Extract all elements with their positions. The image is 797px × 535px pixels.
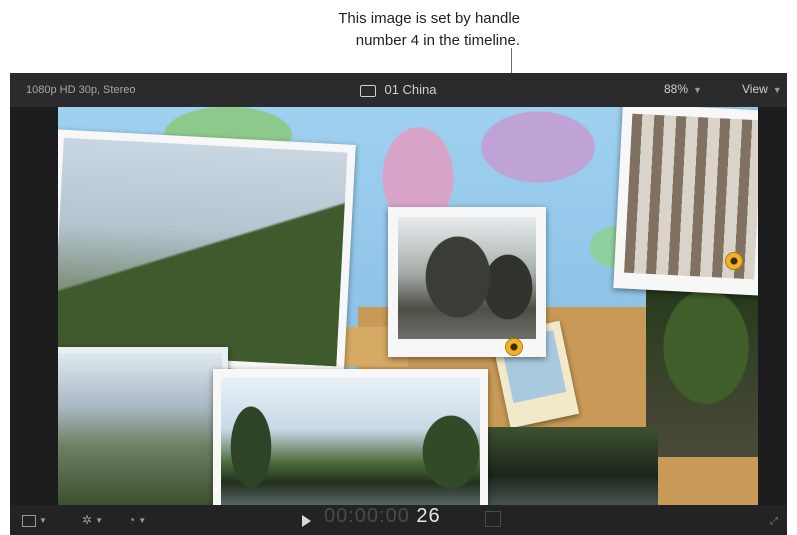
- handle-icon[interactable]: [726, 253, 742, 269]
- photo-river-image: [488, 427, 658, 505]
- chevron-down-icon: ▼: [39, 515, 47, 525]
- view-menu[interactable]: View ▼: [742, 82, 782, 96]
- viewer-canvas[interactable]: [58, 107, 758, 505]
- viewer: 1080p HD 30p, Stereo 01 China 88% ▼ View ▼…: [10, 73, 787, 535]
- viewer-bottombar: ▼ ✲ ▼ ◔ ▼ 00:00:00 26 ⤢: [10, 505, 787, 535]
- photo-temple-image: [398, 217, 536, 339]
- callout-line-1: This image is set by handle: [338, 10, 520, 27]
- photo-valley-image: [58, 353, 222, 505]
- photo-cliff-image: [58, 137, 348, 367]
- expand-icon[interactable]: ⤢: [770, 513, 778, 531]
- photo-karst-image: [221, 377, 480, 505]
- zoom-value: 88%: [664, 82, 689, 96]
- transform-icon: ✲: [82, 513, 93, 527]
- film-icon: [360, 84, 377, 97]
- fullscreen-icon[interactable]: [485, 511, 501, 527]
- chevron-down-icon: ▼: [138, 515, 147, 525]
- clip-name: 01 China: [384, 82, 437, 97]
- chevron-down-icon: ▼: [693, 85, 702, 95]
- photo-karst: [213, 369, 488, 505]
- handle-icon[interactable]: [506, 339, 522, 355]
- photo-forest: [646, 287, 758, 457]
- retime-tool-button[interactable]: ◔ ▼: [128, 511, 146, 529]
- view-menu-label: View: [742, 82, 768, 96]
- photo-cliff: [58, 129, 356, 375]
- timecode-dim: 00:00:00: [324, 505, 410, 527]
- zoom-menu[interactable]: 88% ▼: [664, 82, 702, 96]
- crop-tool-button[interactable]: ▼: [22, 511, 47, 529]
- chevron-down-icon: ▼: [772, 85, 782, 95]
- photo-temple: [388, 207, 546, 357]
- crop-icon: [22, 514, 36, 527]
- viewer-topbar: 1080p HD 30p, Stereo 01 China 88% ▼ View ▼: [10, 73, 787, 107]
- speedometer-icon: ◔: [128, 513, 136, 527]
- chevron-down-icon: ▼: [95, 515, 103, 525]
- timecode-frames: 26: [416, 505, 441, 527]
- photo-valley: [58, 347, 228, 505]
- play-icon[interactable]: [302, 515, 311, 527]
- photo-river: [488, 427, 658, 505]
- timecode-display[interactable]: 00:00:00 26: [324, 505, 441, 527]
- callout-text: This image is set by handle number 4 in …: [240, 8, 520, 52]
- transform-tool-button[interactable]: ✲ ▼: [82, 511, 103, 529]
- photo-forest-image: [646, 287, 758, 457]
- callout-line-2: number 4 in the timeline.: [355, 32, 520, 49]
